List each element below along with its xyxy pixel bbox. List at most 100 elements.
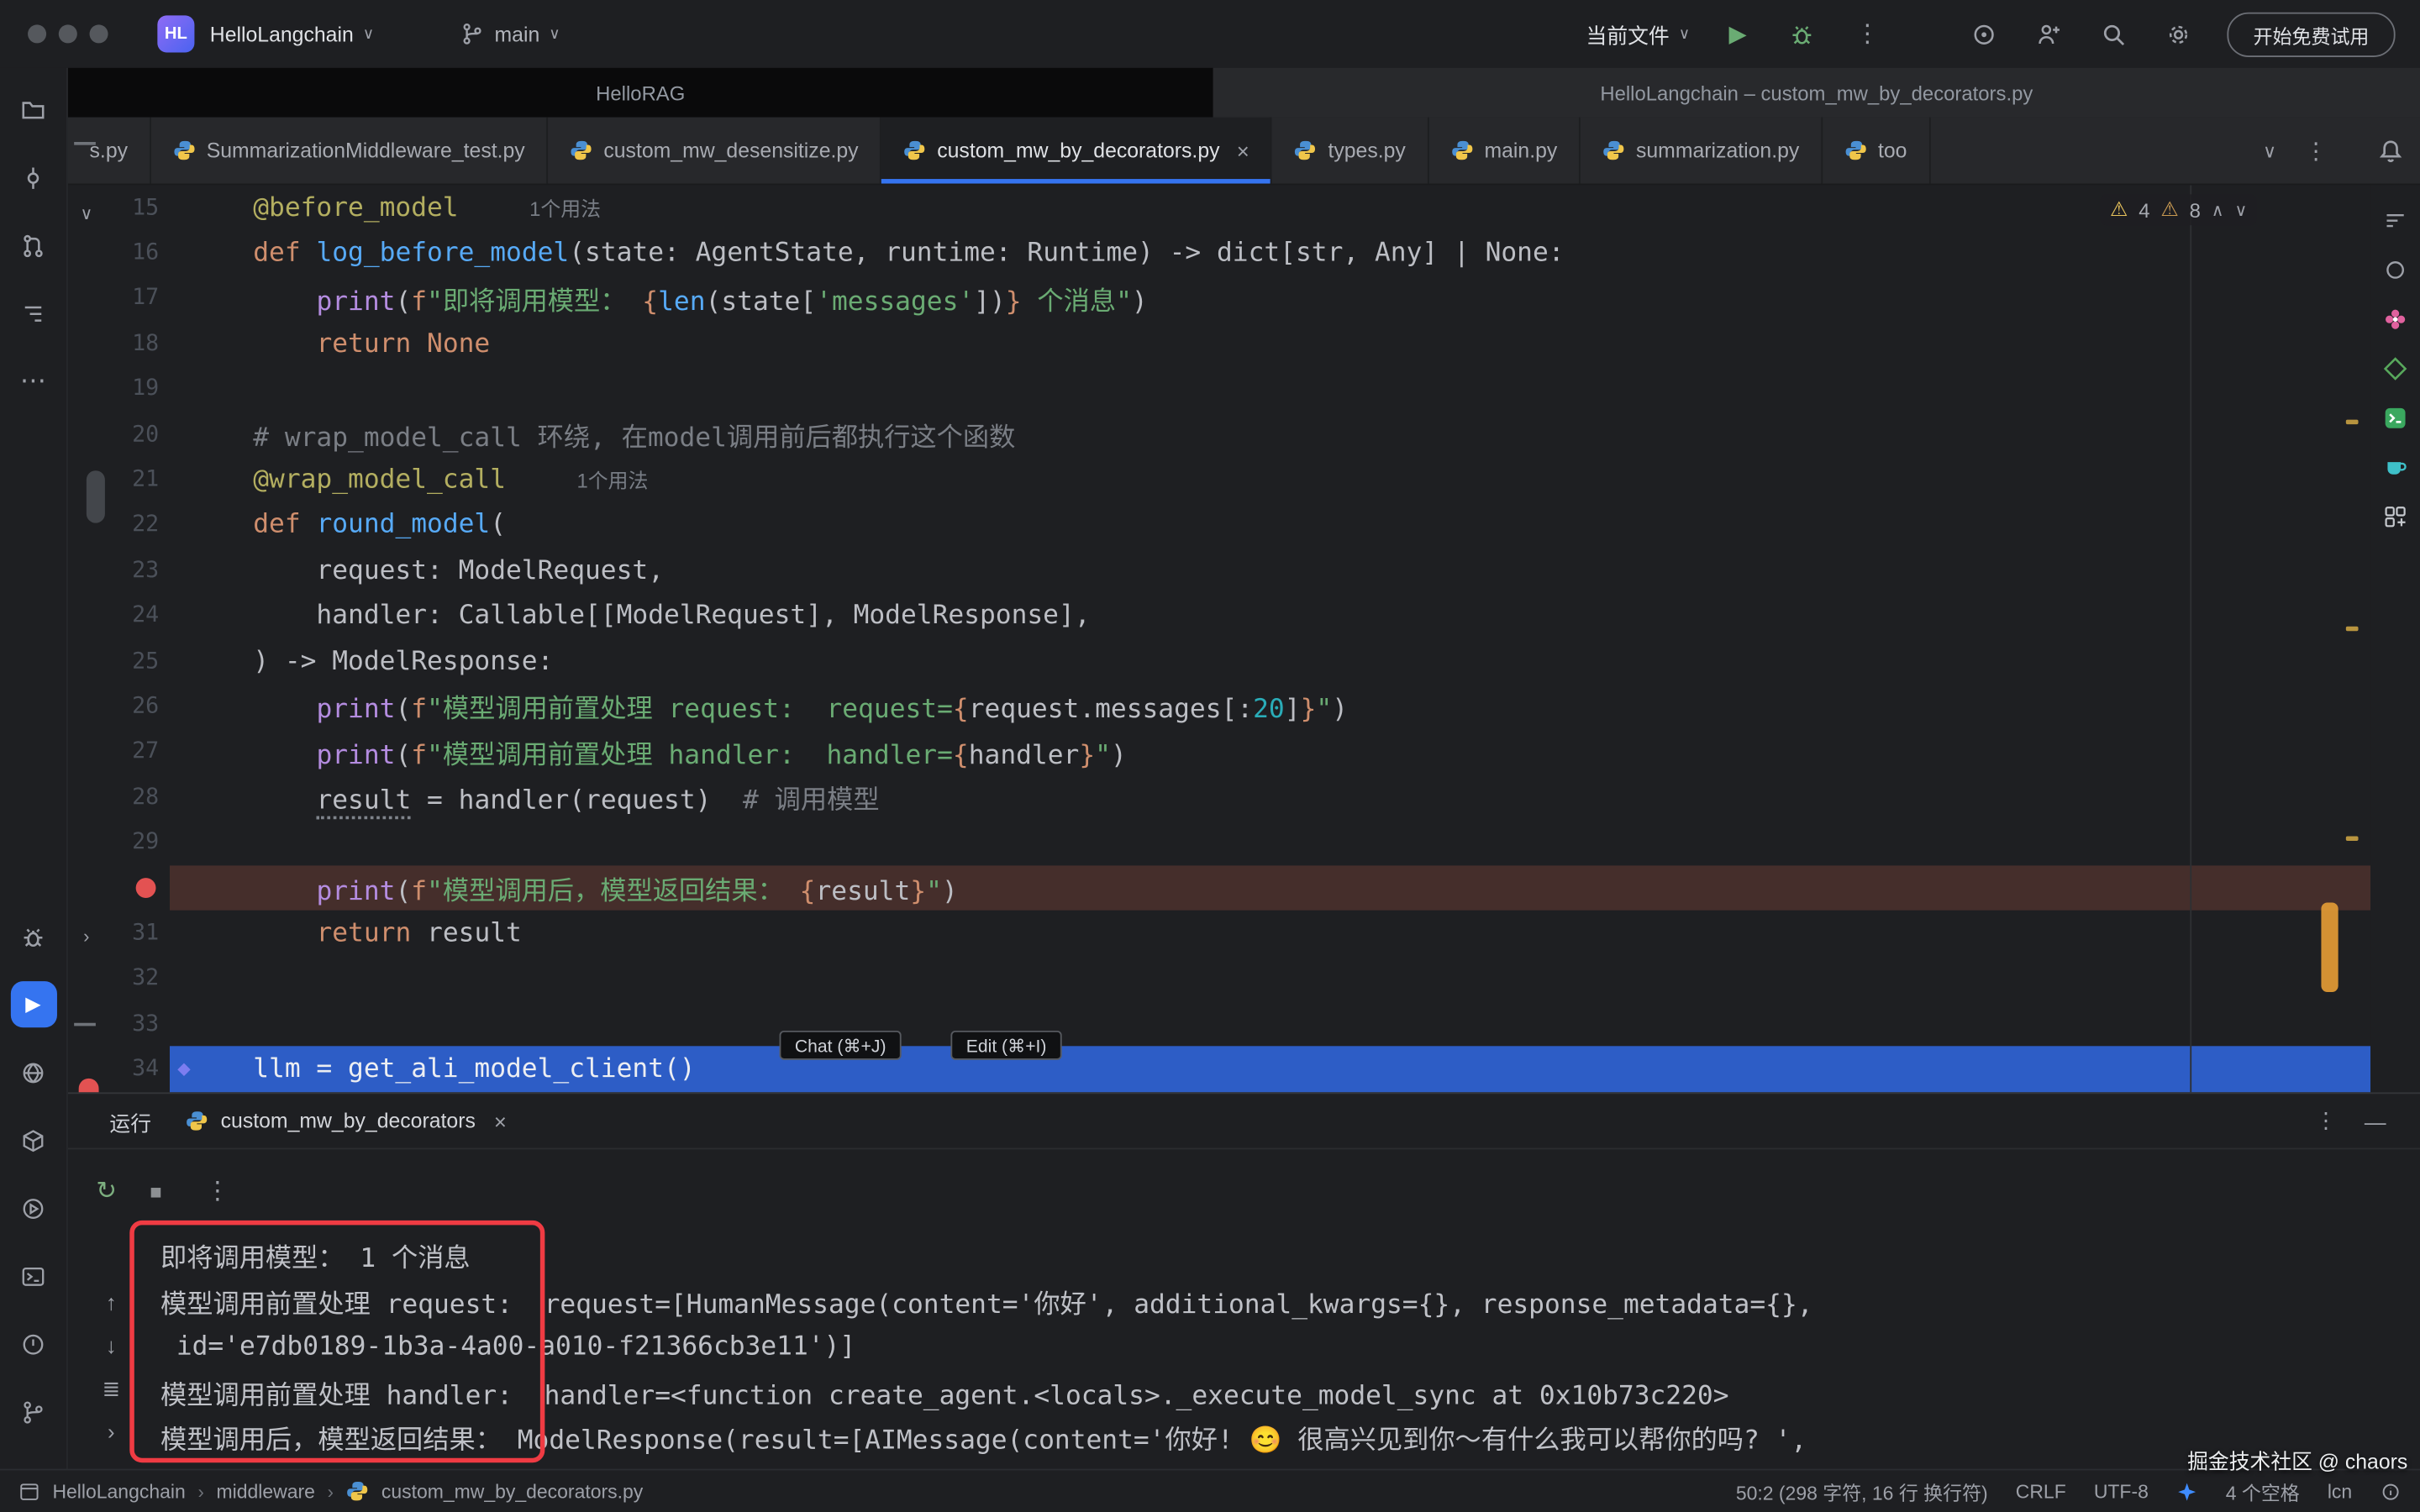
plugin-flower-icon[interactable] xyxy=(2378,302,2412,335)
scroll-down-icon[interactable]: ↓ xyxy=(106,1324,117,1367)
run-more-kebab-icon[interactable]: ⋮ xyxy=(203,1176,231,1207)
notifications-bell-icon[interactable] xyxy=(2377,137,2405,165)
more-actions-icon[interactable]: ⋮ xyxy=(1850,17,1884,50)
collapse-icon[interactable]: › xyxy=(108,1410,115,1453)
debug-tool-icon[interactable] xyxy=(10,913,56,959)
ai-assistant-gutter-icon[interactable]: ◆ xyxy=(177,1057,190,1081)
line-number[interactable]: 17 xyxy=(68,286,159,311)
run-tool-icon[interactable]: ▶ xyxy=(10,981,56,1027)
code-with-me-icon[interactable] xyxy=(2033,17,2066,50)
zoom-window-button[interactable] xyxy=(90,24,108,43)
line-number[interactable]: 31 xyxy=(68,921,159,945)
code-line-17[interactable]: 17 print(f"即将调用模型： {len(state['messages'… xyxy=(68,276,2370,321)
more-tool-windows-icon[interactable]: ⋯ xyxy=(10,358,56,404)
breakpoint-icon[interactable] xyxy=(136,878,156,898)
run-tab[interactable]: custom_mw_by_decorators × xyxy=(185,1109,507,1133)
line-number[interactable]: 34 xyxy=(68,1057,159,1081)
background-window-titlebar[interactable]: HelloRAG xyxy=(68,68,1213,118)
next-problem-icon[interactable]: ∨ xyxy=(2234,200,2247,220)
services-tool-icon[interactable] xyxy=(10,1185,56,1231)
prev-problem-icon[interactable]: ∧ xyxy=(2212,200,2224,220)
scrollbar-mark[interactable] xyxy=(2321,902,2338,992)
tab-summarization.py[interactable]: summarization.py xyxy=(1581,118,1823,184)
code-line-34[interactable]: 34◆llm = get_ali_model_client() xyxy=(68,1047,2370,1092)
line-number[interactable]: 24 xyxy=(68,604,159,628)
free-trial-button[interactable]: 开始免费试用 xyxy=(2227,12,2395,56)
project-tool-icon[interactable] xyxy=(10,87,56,133)
breadcrumb-folder[interactable]: middleware xyxy=(216,1480,314,1502)
breakpoint-icon[interactable] xyxy=(79,1079,99,1093)
code-line-33[interactable]: 33 xyxy=(68,1001,2370,1047)
info-circle-icon[interactable] xyxy=(2380,1480,2402,1502)
code-line-24[interactable]: 24 handler: Callable[[ModelRequest], Mod… xyxy=(68,593,2370,638)
vcs-tool-icon[interactable] xyxy=(10,1389,56,1435)
line-number[interactable]: 28 xyxy=(68,785,159,809)
minimize-window-button[interactable] xyxy=(59,24,77,43)
inspections-widget[interactable]: ⚠ 4 ⚠ 8 ∧ ∨ xyxy=(2101,194,2256,225)
code-line-28[interactable]: 28 result = handler(request) # 调用模型 xyxy=(68,774,2370,820)
code-line-15[interactable]: 15@before_model1个用法 xyxy=(68,185,2370,230)
breadcrumb-project[interactable]: HelloLangchain xyxy=(52,1480,185,1502)
line-number[interactable]: 20 xyxy=(68,423,159,447)
tab-SummarizationMiddleware_test.py[interactable]: SummarizationMiddleware_test.py xyxy=(151,118,549,184)
line-number[interactable] xyxy=(68,878,159,898)
branch-selector[interactable]: main ∨ xyxy=(460,22,560,46)
python-console-tool-icon[interactable] xyxy=(10,1049,56,1095)
problems-tool-icon[interactable] xyxy=(10,1320,56,1367)
plugin-terminal-icon[interactable] xyxy=(2378,402,2412,434)
code-line-26[interactable]: 26 print(f"模型调用前置处理 request: request={re… xyxy=(68,684,2370,729)
line-number[interactable]: 27 xyxy=(68,739,159,764)
tab-custom_mw_desensitize.py[interactable]: custom_mw_desensitize.py xyxy=(548,118,881,184)
code-line-18[interactable]: 18 return None xyxy=(68,321,2370,366)
fold-chevron-icon[interactable]: ∨ xyxy=(81,203,93,223)
line-number[interactable]: 18 xyxy=(68,332,159,356)
rerun-icon[interactable]: ↻ xyxy=(92,1176,120,1207)
ai-actions-icon[interactable] xyxy=(2378,203,2412,236)
soft-wrap-icon[interactable]: ≣ xyxy=(102,1367,120,1410)
settings-gear-icon[interactable] xyxy=(2162,17,2196,50)
code-line-19[interactable]: 19 xyxy=(68,366,2370,412)
run-config-selector[interactable]: 当前文件 ∨ xyxy=(1586,18,1691,50)
caret-position[interactable]: 50:2 (298 字符, 16 行 换行符) xyxy=(1736,1477,1988,1506)
pull-requests-tool-icon[interactable] xyxy=(10,222,56,268)
project-selector[interactable]: HelloLangchain ∨ xyxy=(210,23,374,46)
scroll-up-icon[interactable]: ↑ xyxy=(106,1280,117,1323)
structure-tool-icon[interactable] xyxy=(10,290,56,336)
line-number[interactable]: 19 xyxy=(68,377,159,402)
line-number[interactable]: 21 xyxy=(68,468,159,492)
tab-too[interactable]: too xyxy=(1823,118,1930,184)
tab-options-kebab-icon[interactable]: ⋮ xyxy=(2304,137,2328,165)
code-line-27[interactable]: 27 print(f"模型调用前置处理 handler: handler={ha… xyxy=(68,729,2370,774)
line-number[interactable]: 25 xyxy=(68,649,159,674)
line-number[interactable]: 23 xyxy=(68,559,159,583)
code-line-21[interactable]: 21@wrap_model_call1个用法 xyxy=(68,457,2370,502)
code-line-31[interactable]: 31 return result xyxy=(68,911,2370,956)
code-line-16[interactable]: 16def log_before_model(state: AgentState… xyxy=(68,230,2370,276)
plugin-grid-icon[interactable] xyxy=(2378,500,2412,533)
close-window-button[interactable] xyxy=(28,24,46,43)
line-separator[interactable]: CRLF xyxy=(2016,1480,2066,1502)
code-line-32[interactable]: 32 xyxy=(68,956,2370,1001)
line-number[interactable]: 26 xyxy=(68,695,159,719)
run-button[interactable]: ▶ xyxy=(1721,17,1754,50)
tab-custom_mw_by_decorators.py[interactable]: custom_mw_by_decorators.py× xyxy=(881,118,1272,184)
packages-tool-icon[interactable] xyxy=(10,1117,56,1163)
code-line-30[interactable]: print(f"模型调用后，模型返回结果： {result}") xyxy=(68,865,2370,911)
plugin-gem-icon[interactable] xyxy=(2378,352,2412,385)
ai-edit-button[interactable]: Edit (⌘+I) xyxy=(950,1031,1061,1060)
commit-tool-icon[interactable] xyxy=(10,155,56,201)
indent-setting[interactable]: 4 个空格 xyxy=(2226,1477,2300,1506)
code-line-22[interactable]: 22def round_model( xyxy=(68,502,2370,548)
close-tab-icon[interactable]: × xyxy=(1237,138,1249,162)
tab-s.py[interactable]: s.py xyxy=(68,118,151,184)
plugin-cup-icon[interactable] xyxy=(2378,450,2412,483)
code-editor[interactable]: 15@before_model1个用法16def log_before_mode… xyxy=(68,185,2370,1092)
tab-main.py[interactable]: main.py xyxy=(1428,118,1581,184)
line-number[interactable]: 29 xyxy=(68,830,159,854)
coverage-icon[interactable] xyxy=(2378,253,2412,286)
file-encoding[interactable]: UTF-8 xyxy=(2094,1480,2149,1502)
code-line-25[interactable]: 25) -> ModelResponse: xyxy=(68,638,2370,684)
fold-collapsed-icon[interactable]: › xyxy=(83,926,89,948)
status-scheme[interactable]: lcn xyxy=(2328,1480,2352,1502)
gutter-scroll-thumb[interactable] xyxy=(87,470,105,522)
